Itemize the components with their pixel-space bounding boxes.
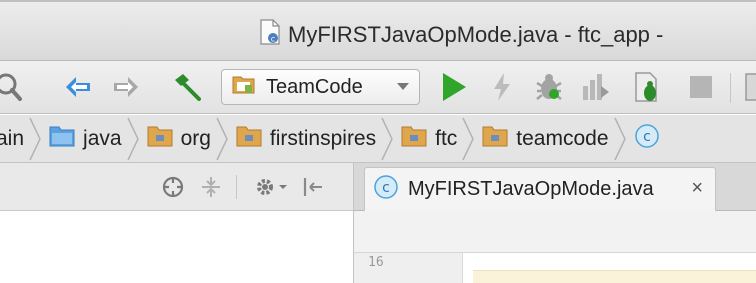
tab-myfirstjavaopmode[interactable]: c MyFIRSTJavaOpMode.java × <box>364 167 716 211</box>
breadcrumb-label: firstinspires <box>269 127 377 150</box>
line-number: 16 <box>368 255 384 270</box>
toolrow-divider <box>236 175 237 199</box>
window-title: c MyFIRSTJavaOpMode.java - ftc_app - <box>258 19 663 50</box>
forward-icon[interactable] <box>110 71 142 103</box>
breadcrumb-label: teamcode <box>516 127 609 150</box>
package-folder-icon <box>401 125 427 153</box>
search-icon[interactable] <box>0 71 26 103</box>
breadcrumb-item-firstinspires[interactable]: firstinspires <box>236 115 376 163</box>
profile-icon[interactable] <box>578 71 612 103</box>
stop-icon[interactable] <box>686 71 716 103</box>
svg-text:c: c <box>271 35 275 44</box>
debug-icon[interactable] <box>532 71 566 103</box>
breadcrumb-item-org[interactable]: org <box>147 115 211 163</box>
breadcrumb-label: java <box>83 127 122 150</box>
svg-text:c: c <box>382 180 390 196</box>
chevron-down-icon <box>397 83 409 90</box>
package-folder-icon <box>236 125 262 153</box>
toolbar-divider <box>730 73 731 103</box>
sdk-manager-icon[interactable] <box>744 71 756 103</box>
project-tree-panel <box>0 211 353 283</box>
close-icon[interactable]: × <box>691 177 703 200</box>
breadcrumb-label: ain <box>0 127 25 150</box>
scroll-from-source-icon[interactable] <box>160 171 186 203</box>
breadcrumb-separator-icon <box>381 117 393 161</box>
window-title-text: MyFIRSTJavaOpMode.java - ftc_app - <box>288 21 664 47</box>
collapse-all-icon[interactable] <box>198 171 224 203</box>
breadcrumb: ain java org firstinspires ftc teamcode … <box>0 115 660 163</box>
breadcrumb-item-ftc[interactable]: ftc <box>401 115 457 163</box>
current-line-highlight <box>473 270 756 283</box>
attach-debugger-icon[interactable] <box>630 71 664 103</box>
breadcrumb-separator-icon <box>462 117 475 161</box>
back-icon[interactable] <box>62 71 94 103</box>
hide-panel-icon[interactable] <box>300 171 326 203</box>
editor-breadcrumb-area <box>353 211 756 253</box>
breadcrumb-item-main[interactable]: ain <box>0 115 24 163</box>
package-folder-icon <box>482 125 508 153</box>
make-hammer-icon[interactable] <box>170 71 204 103</box>
run-configuration-dropdown[interactable]: TeamCode <box>221 69 420 105</box>
main-toolbar: TeamCode <box>0 61 756 114</box>
java-class-icon: c <box>634 123 660 155</box>
breadcrumb-item-java[interactable]: java <box>49 115 122 163</box>
breadcrumb-item-class[interactable]: c <box>634 115 660 163</box>
breadcrumb-label: ftc <box>435 127 458 150</box>
editor-gutter: 16 <box>353 253 463 283</box>
folder-blue-icon <box>49 125 75 153</box>
breadcrumb-item-teamcode[interactable]: teamcode <box>482 115 609 163</box>
editor-tab-strip: c MyFIRSTJavaOpMode.java × <box>353 163 756 211</box>
breadcrumb-separator-icon <box>216 117 228 161</box>
android-module-icon <box>232 74 256 101</box>
apply-changes-icon[interactable] <box>490 71 514 103</box>
run-icon[interactable] <box>436 71 470 103</box>
package-folder-icon <box>147 125 173 153</box>
java-file-icon: c <box>258 19 282 50</box>
breadcrumb-separator-icon <box>29 117 41 161</box>
window-title-bar: c MyFIRSTJavaOpMode.java - ftc_app - <box>0 0 756 61</box>
java-class-icon: c <box>373 174 399 205</box>
breadcrumb-separator-icon <box>613 117 626 161</box>
settings-gear-icon[interactable] <box>254 171 288 203</box>
project-panel-header <box>0 163 353 211</box>
breadcrumb-label: org <box>180 127 211 150</box>
svg-text:c: c <box>643 129 651 145</box>
tab-label: MyFIRSTJavaOpMode.java <box>408 178 654 200</box>
navigation-breadcrumb: ain java org firstinspires ftc teamcode … <box>0 115 756 163</box>
breadcrumb-separator-icon <box>126 117 139 161</box>
run-configuration-label: TeamCode <box>266 75 363 98</box>
